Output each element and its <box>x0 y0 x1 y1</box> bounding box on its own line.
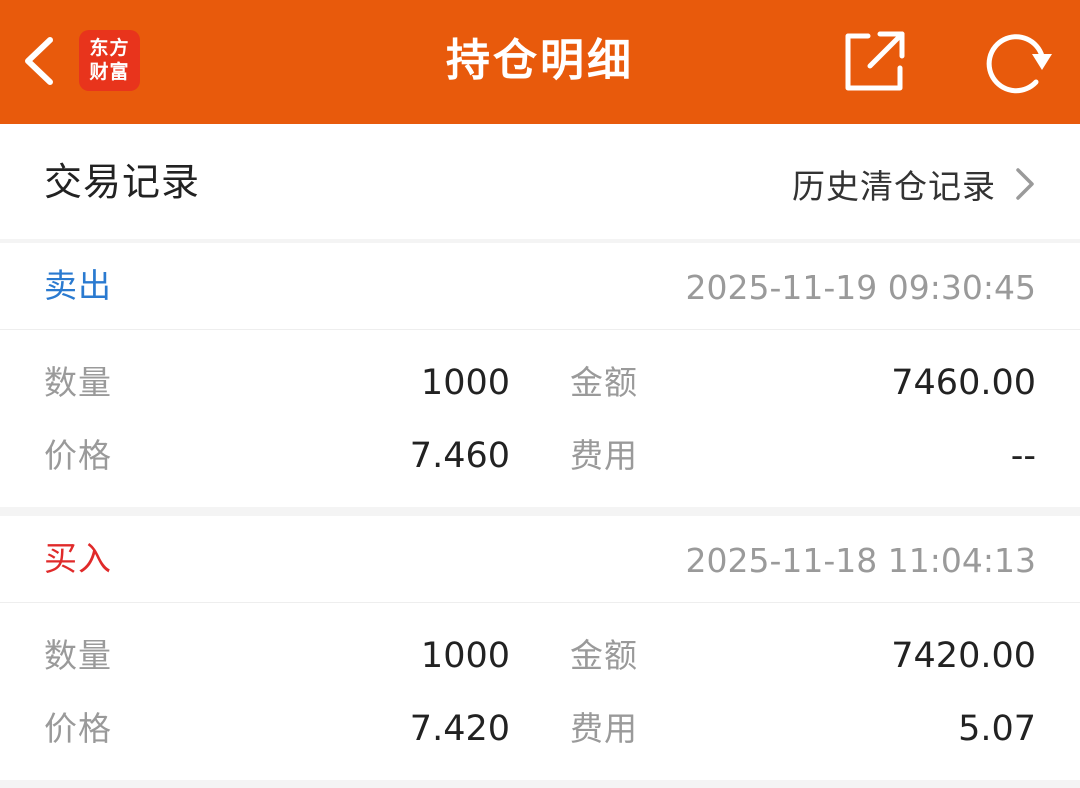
refresh-icon <box>986 34 1052 94</box>
trade-time: 2025-11-18 11:04:13 <box>685 541 1036 580</box>
amount-value: 7460.00 <box>891 363 1036 403</box>
trade-card[interactable]: 卖出 2025-11-19 09:30:45 数量 1000 金额 7460.0… <box>0 243 1080 507</box>
fee-label: 费用 <box>570 709 638 748</box>
trade-row-price-fee: 价格 7.420 费用 5.07 <box>0 704 1080 754</box>
amount-label: 金额 <box>570 636 638 675</box>
trade-card-header: 买入 2025-11-18 11:04:13 <box>0 516 1080 603</box>
amount-value: 7420.00 <box>891 636 1036 676</box>
history-link-label: 历史清仓记录 <box>792 167 996 206</box>
app-logo: 东方 财富 <box>79 30 140 91</box>
fee-label: 费用 <box>570 436 638 475</box>
section-title: 交易记录 <box>44 160 201 204</box>
price-label: 价格 <box>44 709 112 748</box>
refresh-button[interactable] <box>982 26 1056 96</box>
history-clearance-link[interactable]: 历史清仓记录 <box>792 162 1036 206</box>
qty-value: 1000 <box>420 363 510 403</box>
logo-line1: 东方 <box>89 37 130 59</box>
trade-type: 买入 <box>44 539 112 578</box>
trade-time: 2025-11-19 09:30:45 <box>685 268 1036 307</box>
fee-value: -- <box>1010 436 1036 476</box>
price-value: 7.420 <box>409 709 510 749</box>
trade-card[interactable]: 买入 2025-11-18 11:04:13 数量 1000 金额 7420.0… <box>0 516 1080 780</box>
trade-card-header: 卖出 2025-11-19 09:30:45 <box>0 243 1080 330</box>
qty-label: 数量 <box>44 363 112 402</box>
amount-label: 金额 <box>570 363 638 402</box>
page-title: 持仓明细 <box>446 35 634 86</box>
price-label: 价格 <box>44 436 112 475</box>
trade-type: 卖出 <box>44 266 112 305</box>
logo-line2: 财富 <box>89 61 130 83</box>
trade-record-header: 交易记录 历史清仓记录 <box>0 124 1080 239</box>
top-bar: 东方 财富 持仓明细 <box>0 0 1080 124</box>
trade-row-qty-amount: 数量 1000 金额 7460.00 <box>0 358 1080 408</box>
fee-value: 5.07 <box>958 709 1036 749</box>
chevron-right-icon <box>1016 168 1034 200</box>
qty-label: 数量 <box>44 636 112 675</box>
trade-row-price-fee: 价格 7.460 费用 -- <box>0 431 1080 481</box>
back-icon <box>25 37 53 85</box>
qty-value: 1000 <box>420 636 510 676</box>
trade-row-qty-amount: 数量 1000 金额 7420.00 <box>0 631 1080 681</box>
share-icon <box>845 31 905 91</box>
share-button[interactable] <box>838 26 908 96</box>
back-button[interactable] <box>14 30 70 92</box>
price-value: 7.460 <box>409 436 510 476</box>
